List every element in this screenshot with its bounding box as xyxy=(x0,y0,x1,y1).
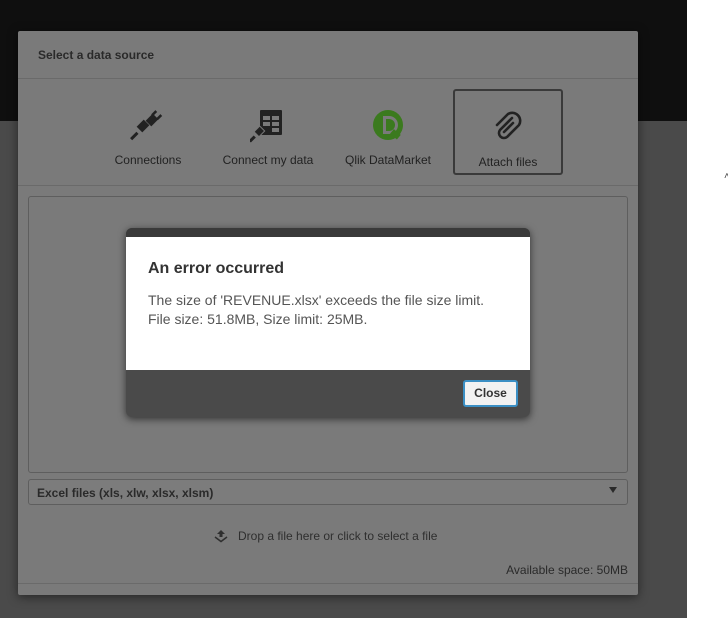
source-tile-connections[interactable]: Connections xyxy=(94,89,202,175)
upload-icon xyxy=(214,530,228,543)
drop-hint-text: Drop a file here or click to select a fi… xyxy=(238,529,438,543)
source-label: Qlik DataMarket xyxy=(344,153,432,167)
error-dialog-body: An error occurred The size of 'REVENUE.x… xyxy=(126,237,530,370)
source-tile-attach-files[interactable]: Attach files xyxy=(453,89,563,175)
dialog-header: Select a data source xyxy=(18,31,638,79)
close-button[interactable]: Close xyxy=(463,380,518,407)
file-type-select[interactable]: Excel files (xls, xlw, xlsx, xlsm) xyxy=(28,479,628,505)
error-dialog-topbar xyxy=(126,228,530,237)
edge-fragment: ˄ xyxy=(724,171,728,182)
plug-icon xyxy=(130,110,163,141)
available-space: Available space: 50MB xyxy=(506,563,628,577)
dialog-title: Select a data source xyxy=(38,48,155,62)
qlik-datamarket-icon xyxy=(373,110,403,140)
source-tile-qlik-datamarket[interactable]: Qlik DataMarket xyxy=(334,89,442,175)
source-tile-connect-my-data[interactable]: Connect my data xyxy=(213,89,323,175)
error-title: An error occurred xyxy=(148,260,285,277)
table-plug-icon xyxy=(250,110,282,143)
source-type-strip: Connections Connect my data Qlik DataMar… xyxy=(18,79,638,186)
chevron-down-icon xyxy=(609,487,617,493)
error-message-line-2: File size: 51.8MB, Size limit: 25MB. xyxy=(148,311,368,327)
paperclip-icon xyxy=(495,111,522,140)
file-type-value: Excel files (xls, xlw, xlsx, xlsm) xyxy=(37,486,214,500)
source-label: Connect my data xyxy=(222,153,314,167)
footer-divider xyxy=(18,583,638,584)
source-label: Attach files xyxy=(478,155,538,169)
error-message-line-1: The size of 'REVENUE.xlsx' exceeds the f… xyxy=(148,292,485,308)
screen: Select a data source Connections Connect… xyxy=(0,0,728,618)
error-dialog: An error occurred The size of 'REVENUE.x… xyxy=(126,228,530,417)
source-label: Connections xyxy=(114,153,182,167)
